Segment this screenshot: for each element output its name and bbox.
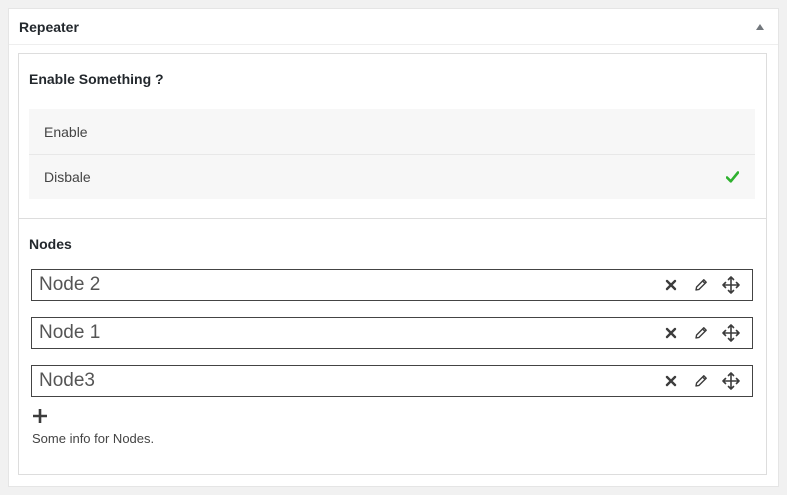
drag-move-icon[interactable] (716, 324, 746, 342)
edit-pencil-icon[interactable] (686, 326, 716, 340)
node-actions (656, 372, 746, 390)
node-item[interactable]: Node3 (31, 365, 753, 397)
nodes-field: Nodes Node 2 Node 1 Node3 Some info for … (19, 219, 766, 446)
node-item[interactable]: Node 1 (31, 317, 753, 349)
delete-icon[interactable] (656, 279, 686, 291)
enable-field: Enable Something ? Enable Disbale (19, 54, 766, 219)
metabox-title: Repeater (19, 18, 79, 35)
nodes-info-text: Some info for Nodes. (32, 431, 155, 446)
add-node-plus-icon[interactable] (32, 408, 48, 424)
edit-pencil-icon[interactable] (686, 374, 716, 388)
node-actions (656, 324, 746, 342)
checkmark-icon (726, 171, 739, 183)
drag-move-icon[interactable] (716, 276, 746, 294)
node-item[interactable]: Node 2 (31, 269, 753, 301)
option-label: Disbale (44, 169, 91, 185)
delete-icon[interactable] (656, 375, 686, 387)
edit-pencil-icon[interactable] (686, 278, 716, 292)
option-disable[interactable]: Disbale (29, 154, 755, 199)
node-label: Node3 (39, 370, 95, 391)
drag-move-icon[interactable] (716, 372, 746, 390)
node-label: Node 2 (39, 274, 101, 295)
option-enable[interactable]: Enable (29, 109, 755, 154)
collapse-arrow-icon[interactable] (756, 23, 764, 30)
node-label: Node 1 (39, 322, 101, 343)
metabox-header[interactable]: Repeater (9, 9, 778, 45)
enable-field-label: Enable Something ? (29, 71, 164, 87)
node-actions (656, 276, 746, 294)
nodes-field-label: Nodes (29, 236, 72, 252)
enable-options-list: Enable Disbale (29, 109, 755, 199)
metabox-content: Enable Something ? Enable Disbale Nodes (18, 53, 767, 475)
option-label: Enable (44, 123, 88, 140)
delete-icon[interactable] (656, 327, 686, 339)
repeater-metabox: Repeater Enable Something ? Enable Disba… (8, 8, 779, 487)
